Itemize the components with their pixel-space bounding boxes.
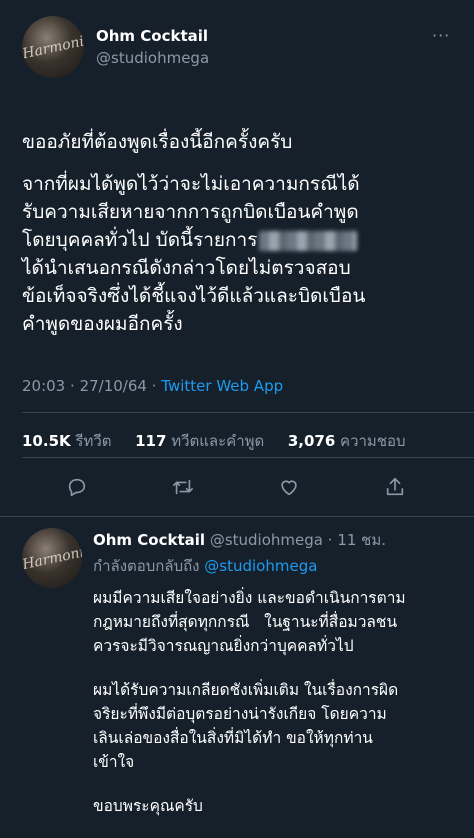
divider bbox=[22, 457, 474, 458]
reply-line: กฎหมายถึงที่สุดทุกกรณี ในฐานะที่สื่อมวลช… bbox=[93, 613, 398, 631]
replying-label: กำลังตอบกลับถึง bbox=[93, 557, 200, 575]
share-icon[interactable] bbox=[377, 469, 413, 505]
replying-mention[interactable]: @studiohmega bbox=[204, 557, 317, 575]
tweet-text: ขออภัยที่ต้องพูดเรื่องนี้อีกครั้งครับ จา… bbox=[22, 128, 452, 352]
reply-author-name[interactable]: Ohm Cocktail bbox=[93, 531, 205, 549]
reply-author-handle[interactable]: @studiohmega bbox=[210, 531, 323, 549]
author-name[interactable]: Ohm Cocktail bbox=[96, 27, 208, 45]
retweet-icon[interactable] bbox=[165, 469, 201, 505]
tweet-line: คำพูดของผมอีกครั้ง bbox=[22, 313, 183, 335]
more-options-icon[interactable]: ··· bbox=[432, 26, 450, 45]
reply-line: จริยะที่พึงมีต่อบุตรอย่างน่ารังเกียจ โดย… bbox=[93, 705, 387, 723]
reply-line: เข้าใจ bbox=[93, 753, 135, 771]
author-handle[interactable]: @studiohmega bbox=[96, 49, 209, 67]
tweet-stats: 10.5K รีทวีต 117 ทวีตและคำพูด 3,076 ความ… bbox=[22, 429, 406, 453]
tweet-actions bbox=[0, 469, 474, 509]
divider bbox=[0, 516, 474, 517]
reply-text: ผมมีความเสียใจอย่างยิ่ง และขอดำเนินการตา… bbox=[93, 586, 465, 838]
tweet-line: ข้อเท็จจริงซึ่งได้ชี้แจงไว้ดีแล้วและบิดเ… bbox=[22, 285, 366, 307]
avatar-logo: Harmonic bbox=[22, 31, 84, 62]
meta-separator: · bbox=[70, 377, 75, 395]
likes-stat[interactable]: 3,076 ความชอบ bbox=[288, 432, 406, 450]
meta-separator: · bbox=[327, 531, 333, 549]
tweet-line: ขออภัยที่ต้องพูดเรื่องนี้อีกครั้งครับ bbox=[22, 131, 293, 153]
tweet-line: ได้นำเสนอกรณีดังกล่าวโดยไม่ตรวจสอบ bbox=[22, 257, 351, 279]
tweet-line: โดยบุคคลทั่วไป บัดนี้รายการ bbox=[22, 226, 452, 254]
tweet-meta: 20:03 · 27/10/64 · Twitter Web App bbox=[22, 377, 283, 395]
quotes-stat[interactable]: 117 ทวีตและคำพูด bbox=[135, 432, 264, 450]
reply-author-avatar[interactable]: Harmonic bbox=[22, 528, 82, 588]
redacted-blur bbox=[259, 230, 358, 251]
tweet-line: รับความเสียหายจากการถูกบิดเบือนคำพูด bbox=[22, 201, 359, 223]
divider bbox=[22, 412, 474, 413]
reply-icon[interactable] bbox=[59, 469, 95, 505]
tweet-date[interactable]: 27/10/64 bbox=[80, 377, 147, 395]
reply-line: ผมได้รับความเกลียดชังเพิ่มเติม ในเรื่องก… bbox=[93, 681, 399, 699]
retweets-stat[interactable]: 10.5K รีทวีต bbox=[22, 432, 112, 450]
replying-to: กำลังตอบกลับถึง @studiohmega bbox=[93, 554, 317, 578]
tweet-source[interactable]: Twitter Web App bbox=[161, 377, 283, 395]
reply-author: Ohm Cocktail @studiohmega · 11 ชม. bbox=[93, 528, 386, 552]
tweet-time[interactable]: 20:03 bbox=[22, 377, 65, 395]
meta-separator: · bbox=[151, 377, 157, 395]
tweet-line-text: โดยบุคคลทั่วไป บัดนี้รายการ bbox=[22, 229, 258, 251]
avatar-logo: Harmonic bbox=[22, 542, 82, 573]
reply-line: ผมมีความเสียใจอย่างยิ่ง และขอดำเนินการตา… bbox=[93, 589, 406, 607]
reply-line: เลินเล่อของสื่อในสิ่งที่มิได้ทำ ขอให้ทุก… bbox=[93, 729, 373, 747]
like-icon[interactable] bbox=[271, 469, 307, 505]
reply-time[interactable]: 11 ชม. bbox=[337, 531, 386, 549]
reply-line: ขอบพระคุณครับ bbox=[93, 797, 203, 815]
tweet-line: จากที่ผมได้พูดไว้ว่าจะไม่เอาความกรณีได้ bbox=[22, 173, 360, 195]
author-avatar[interactable]: Harmonic bbox=[22, 16, 84, 78]
reply-line: ควรจะมีวิจารณญาณยิ่งกว่าบุคคลทั่วไป bbox=[93, 637, 354, 655]
